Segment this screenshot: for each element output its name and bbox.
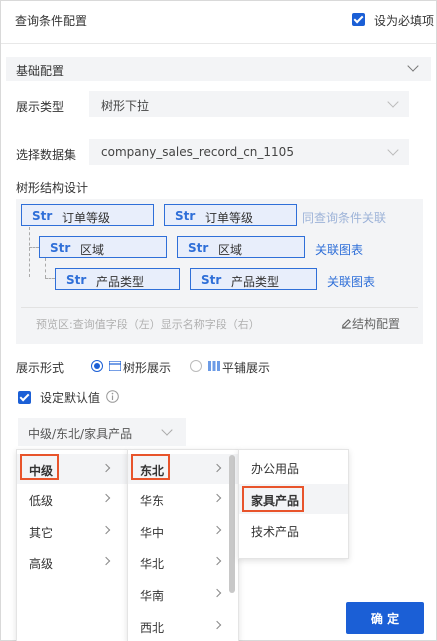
cascader-item-label: 办公用品: [251, 462, 300, 476]
string-type-icon: Str: [32, 209, 53, 223]
tree-node-label: 订单等级: [205, 211, 254, 225]
radio-flat[interactable]: [190, 360, 202, 372]
tree-node-label: 订单等级: [62, 211, 111, 225]
dataset-value: company_sales_record_cn_1105: [101, 145, 294, 159]
cascader-item-label: 其它: [29, 526, 54, 540]
cascader-item-label: 高级: [29, 557, 54, 571]
tree-design-area: Str 订单等级 Str 订单等级 同查询条件关联 Str 区域 Str 区域 …: [16, 199, 423, 344]
confirm-button[interactable]: 确 定: [346, 602, 424, 634]
cascader-item-label: 华北: [140, 557, 165, 571]
section-basic-config[interactable]: 基础配置: [6, 57, 431, 81]
confirm-button-label: 确 定: [370, 612, 400, 626]
tree-view-icon: [109, 361, 121, 371]
cascader-item-label: 低级: [29, 494, 54, 508]
link-query-condition[interactable]: 同查询条件关联: [302, 209, 386, 226]
link-chart[interactable]: 关联图表: [315, 241, 363, 258]
dataset-label: 选择数据集: [16, 148, 77, 162]
dataset-select[interactable]: company_sales_record_cn_1105: [89, 139, 409, 165]
panel-title: 查询条件配置: [15, 14, 88, 28]
tree-connector: [29, 247, 39, 248]
chevron-down-icon[interactable]: [407, 60, 419, 72]
display-type-select[interactable]: 树形下拉: [89, 91, 409, 117]
tree-connector: [45, 278, 55, 279]
chevron-right-icon: [212, 620, 222, 630]
tree-connector: [45, 258, 46, 278]
display-type-label: 展示类型: [16, 100, 65, 114]
default-value-label: 设定默认值: [40, 391, 101, 405]
structure-config-button[interactable]: 结构配置: [341, 315, 400, 332]
cascader-item-region[interactable]: 华北: [128, 547, 238, 577]
default-value-select[interactable]: 中级/东北/家具产品: [18, 418, 186, 446]
tree-node-query[interactable]: Str 产品类型: [55, 268, 180, 290]
cascader-item-region[interactable]: 华东: [128, 484, 238, 514]
tree-node-label: 产品类型: [231, 275, 280, 289]
cascader-item-region[interactable]: 华南: [128, 579, 238, 609]
tree-node-label: 区域: [218, 243, 243, 257]
display-form-label: 展示形式: [16, 361, 65, 375]
panel-header: 查询条件配置 设为必填项: [1, 1, 436, 41]
highlight-box: [242, 486, 304, 512]
chevron-right-icon: [212, 556, 222, 566]
header-divider: [1, 43, 436, 44]
cascader-item-product[interactable]: 办公用品: [239, 452, 348, 482]
tree-node-query[interactable]: Str 区域: [39, 236, 167, 258]
default-value-text: 中级/东北/家具产品: [28, 427, 133, 441]
highlight-box: [20, 454, 59, 480]
cascader-item-region[interactable]: 西北: [128, 611, 238, 641]
cascader-item-label: 技术产品: [251, 525, 300, 539]
radio-flat-label: 平铺展示: [222, 361, 271, 375]
preview-hint: 预览区:查询值字段（左）显示名称字段（右）: [36, 318, 260, 331]
chevron-right-icon: [212, 493, 222, 503]
structure-config-label: 结构配置: [352, 317, 401, 331]
tree-node-label: 产品类型: [96, 275, 145, 289]
chevron-down-icon: [387, 144, 399, 156]
string-type-icon: Str: [201, 273, 222, 287]
chevron-right-icon: [101, 556, 111, 566]
config-panel: 查询条件配置 设为必填项 基础配置 展示类型 树形下拉 选择数据集 compan…: [0, 0, 437, 641]
string-type-icon: Str: [188, 241, 209, 255]
tree-node-label: 区域: [80, 243, 105, 257]
cascader-item-product[interactable]: 技术产品: [239, 515, 348, 545]
cascader-item-level[interactable]: 其它: [17, 516, 127, 546]
required-checkbox[interactable]: [352, 13, 365, 26]
radio-tree[interactable]: [91, 360, 103, 372]
string-type-icon: Str: [175, 209, 196, 223]
tree-node-query[interactable]: Str 订单等级: [21, 204, 154, 226]
chevron-right-icon: [212, 525, 222, 535]
info-icon[interactable]: [106, 390, 119, 403]
cascader-item-level[interactable]: 高级: [17, 547, 127, 577]
tree-node-display[interactable]: Str 区域: [177, 236, 305, 258]
scrollbar[interactable]: [229, 455, 235, 593]
highlight-box: [131, 454, 170, 480]
chevron-right-icon: [212, 463, 222, 473]
chevron-right-icon: [101, 493, 111, 503]
required-label: 设为必填项: [374, 14, 435, 28]
cascader-item-label: 华东: [140, 494, 165, 508]
cascader-item-level[interactable]: 低级: [17, 484, 127, 514]
tree-design-label: 树形结构设计: [16, 181, 89, 195]
flat-view-icon: [208, 361, 220, 371]
tree-node-display[interactable]: Str 产品类型: [190, 268, 317, 290]
cascader-item-label: 华中: [140, 526, 165, 540]
chevron-right-icon: [101, 463, 111, 473]
default-value-checkbox[interactable]: [18, 391, 31, 404]
string-type-icon: Str: [66, 273, 87, 287]
link-chart[interactable]: 关联图表: [327, 273, 375, 290]
string-type-icon: Str: [50, 241, 71, 255]
chevron-right-icon: [212, 588, 222, 598]
tree-connector: [29, 227, 30, 277]
display-type-value: 树形下拉: [101, 99, 150, 113]
edit-icon: [341, 319, 352, 329]
divider: [21, 307, 418, 308]
cascader-item-region[interactable]: 华中: [128, 516, 238, 546]
cascader-item-label: 华南: [140, 589, 165, 603]
tree-node-display[interactable]: Str 订单等级: [164, 204, 297, 226]
radio-tree-label: 树形展示: [123, 361, 172, 375]
chevron-down-icon: [161, 424, 173, 436]
cascader-item-label: 西北: [140, 621, 165, 635]
section-label: 基础配置: [16, 64, 65, 78]
chevron-down-icon: [387, 96, 399, 108]
chevron-right-icon: [101, 525, 111, 535]
